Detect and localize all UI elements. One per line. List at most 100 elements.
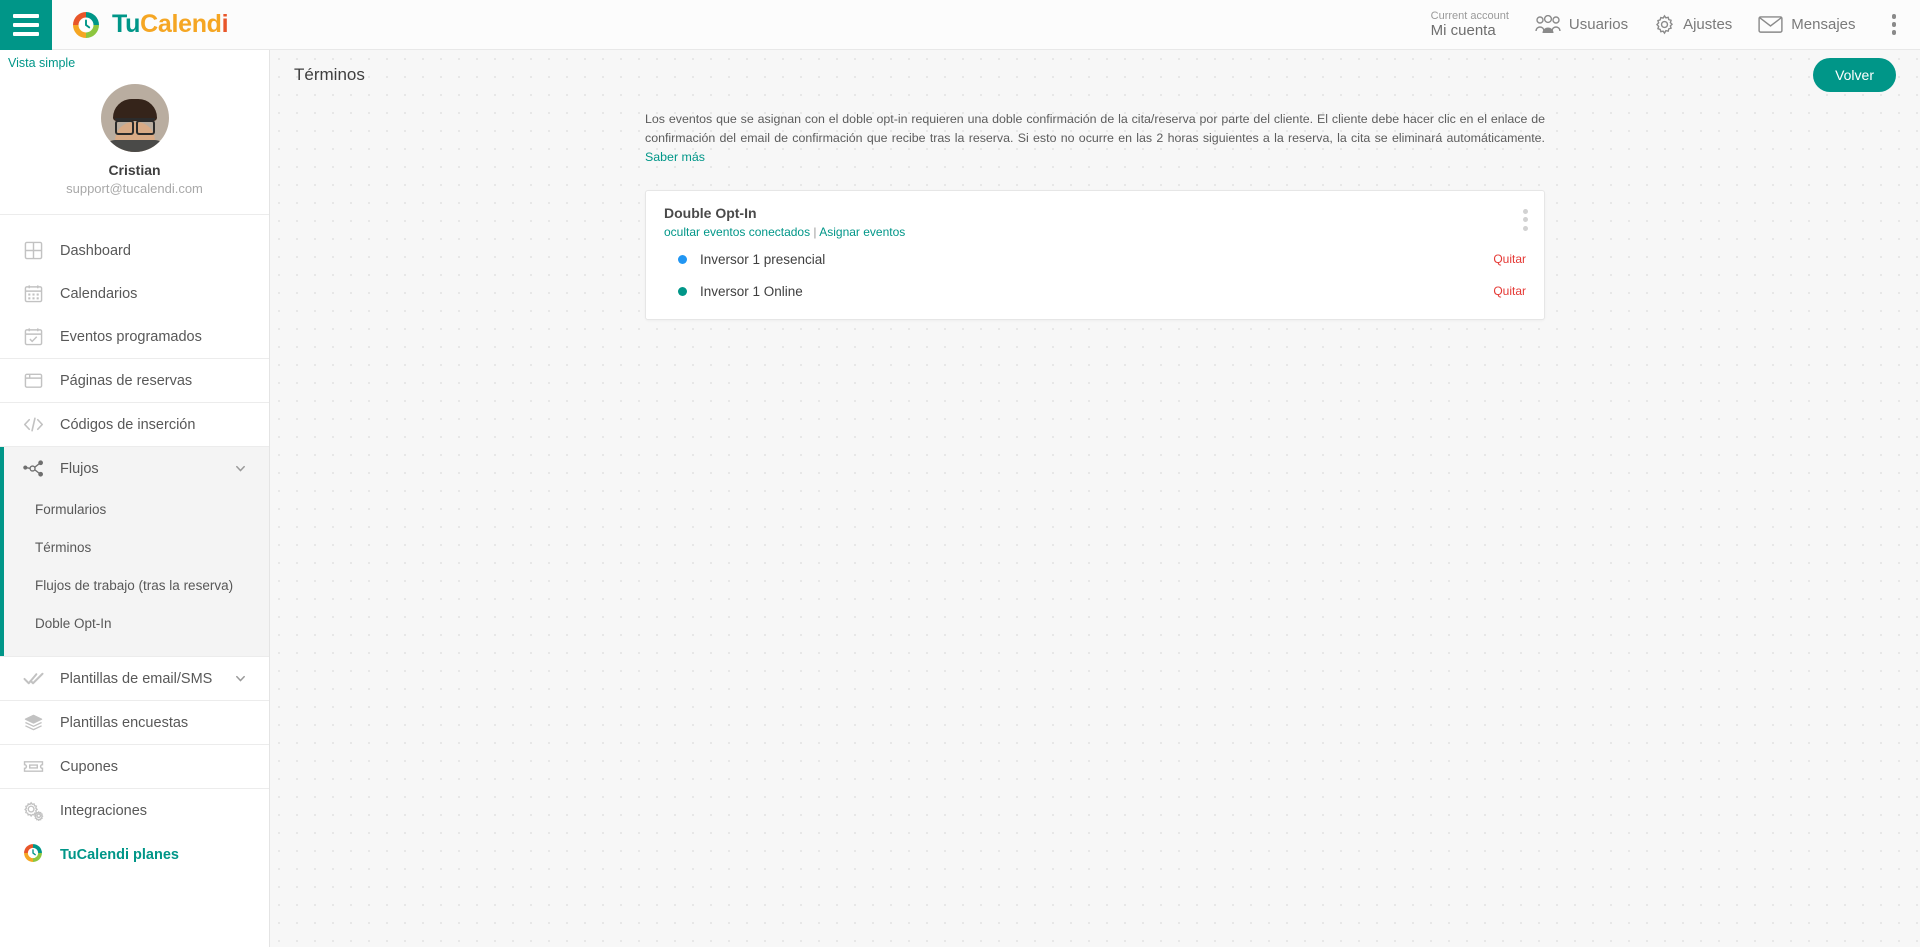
sidebar-item-label: Cupones <box>60 758 119 775</box>
sidebar-item-label: Plantillas de email/SMS <box>60 670 213 687</box>
sidebar-item-dashboard[interactable]: Dashboard <box>0 229 269 272</box>
current-account[interactable]: Current account Mi cuenta <box>1431 10 1509 40</box>
menu-spacer <box>0 215 269 229</box>
chevron-down-icon[interactable] <box>234 672 247 685</box>
kebab-dot <box>1891 22 1896 27</box>
back-button[interactable]: Volver <box>1813 58 1896 92</box>
sidebar-item-cupones[interactable]: Cupones <box>0 745 269 788</box>
sidebar-item-label: Integraciones <box>60 802 148 819</box>
sidebar-profile: Cristian support@tucalendi.com <box>0 70 269 215</box>
user-avatar[interactable] <box>100 84 169 152</box>
sidebar-item-flujos[interactable]: Flujos <box>4 447 269 490</box>
nav-ajustes[interactable]: Ajustes <box>1654 14 1732 35</box>
sidebar-item-label: TuCalendi planes <box>60 847 179 863</box>
sidebar-subitem-terminos[interactable]: Términos <box>4 528 269 566</box>
page-header: Términos Volver <box>270 50 1920 100</box>
remove-event-link[interactable]: Quitar <box>1493 252 1526 266</box>
sidebar-subitem-flujos-de-trabajo[interactable]: Flujos de trabajo (tras la reserva) <box>4 566 269 604</box>
card-title: Double Opt-In <box>664 204 757 221</box>
brand-part-1: Tu <box>112 10 141 38</box>
profile-name: Cristian <box>108 162 161 178</box>
gear-icon <box>1654 14 1675 35</box>
sidebar-item-integraciones[interactable]: Integraciones <box>0 789 269 832</box>
nav-ajustes-label: Ajustes <box>1683 16 1733 33</box>
nav-mensajes[interactable]: Mensajes <box>1758 15 1856 34</box>
calendar-icon <box>22 283 44 305</box>
grid-icon <box>22 240 44 262</box>
double-check-icon <box>22 668 44 690</box>
sidebar-item-calendarios[interactable]: Calendarios <box>0 272 269 315</box>
sidebar-subitem-label: Doble Opt-In <box>35 615 112 631</box>
list-item[interactable]: Inversor 1 Online Quitar <box>664 280 1526 303</box>
top-navigation: Current account Mi cuenta Usuarios Ajust… <box>1431 8 1920 41</box>
event-color-dot <box>678 254 687 264</box>
nav-usuarios-label: Usuarios <box>1568 16 1629 33</box>
ticket-icon <box>22 756 44 778</box>
hamburger-bar <box>13 31 39 36</box>
sidebar-item-tucalendi-planes[interactable]: TuCalendi planes <box>0 832 269 878</box>
hamburger-icon[interactable] <box>0 0 52 50</box>
sidebar-menu: Dashboard Calendarios Eventos programado… <box>0 215 269 878</box>
kebab-menu-icon[interactable] <box>1521 207 1530 233</box>
sidebar-subitem-label: Flujos de trabajo (tras la reserva) <box>35 577 234 593</box>
gears-icon <box>22 800 44 822</box>
sidebar-item-label: Calendarios <box>60 285 138 302</box>
sidebar-item-label: Códigos de inserción <box>60 416 196 433</box>
users-icon <box>1535 15 1561 34</box>
assign-events-link[interactable]: Asignar eventos <box>819 225 905 239</box>
layers-icon <box>22 712 44 734</box>
saber-mas-link[interactable]: Saber más <box>645 150 705 164</box>
event-name: Inversor 1 presencial <box>700 251 826 267</box>
avatar-glasses <box>114 118 155 135</box>
kebab-dot <box>1523 208 1528 214</box>
hamburger-bar <box>13 22 39 27</box>
page-description: Los eventos que se asignan con el doble … <box>645 110 1545 168</box>
hide-connected-events-link[interactable]: ocultar eventos conectados <box>664 225 810 239</box>
kebab-dot <box>1891 30 1896 35</box>
event-color-dot <box>678 286 687 296</box>
brand-part-2: C <box>140 10 158 38</box>
page-description-text: Los eventos que se asignan con el doble … <box>645 112 1545 146</box>
remove-event-link[interactable]: Quitar <box>1493 284 1526 298</box>
sidebar-subitem-formularios[interactable]: Formularios <box>4 490 269 528</box>
sidebar-item-codigos-de-insercion[interactable]: Códigos de inserción <box>0 403 269 446</box>
link-separator: | <box>810 224 820 239</box>
envelope-icon <box>1758 15 1783 34</box>
avatar-shirt <box>104 140 165 152</box>
hamburger-bar <box>13 13 39 18</box>
sidebar-item-paginas-de-reservas[interactable]: Páginas de reservas <box>0 359 269 402</box>
code-icon <box>22 414 44 436</box>
kebab-dot <box>1891 14 1896 19</box>
sidebar-item-eventos-programados[interactable]: Eventos programados <box>0 315 269 358</box>
nav-usuarios[interactable]: Usuarios <box>1535 15 1628 34</box>
chevron-down-icon[interactable] <box>234 462 247 475</box>
brand-logo-link[interactable]: TuCalendi <box>70 9 229 41</box>
kebab-dot <box>1523 217 1528 223</box>
list-item[interactable]: Inversor 1 presencial Quitar <box>664 248 1526 271</box>
brand-name: TuCalendi <box>112 10 229 39</box>
sidebar-item-plantillas-de-email-sms[interactable]: Plantillas de email/SMS <box>0 657 269 700</box>
nodes-icon <box>22 458 44 480</box>
sidebar-subitem-label: Formularios <box>35 501 107 517</box>
nav-mensajes-label: Mensajes <box>1791 16 1856 33</box>
sidebar-subitem-doble-opt-in[interactable]: Doble Opt-In <box>4 604 269 642</box>
current-account-value: Mi cuenta <box>1430 22 1496 40</box>
sidebar-group-flujos: Flujos Formularios Términos Flujos de tr… <box>0 447 269 656</box>
double-opt-in-card: Double Opt-In ocultar eventos conectados… <box>645 189 1545 320</box>
kebab-menu-icon[interactable] <box>1882 8 1907 41</box>
card-links: ocultar eventos conectados | Asignar eve… <box>664 225 1526 239</box>
top-bar: TuCalendi Current account Mi cuenta Usua… <box>0 0 1920 50</box>
sidebar-item-label: Páginas de reservas <box>60 372 193 389</box>
sidebar-item-label: Flujos <box>60 460 99 477</box>
event-name: Inversor 1 Online <box>700 283 803 299</box>
sidebar-item-plantillas-encuestas[interactable]: Plantillas encuestas <box>0 701 269 744</box>
sidebar: Vista simple Cristian support@tucalendi.… <box>0 50 270 947</box>
main-content: Términos Volver Los eventos que se asign… <box>270 50 1920 947</box>
simple-view-link[interactable]: Vista simple <box>0 50 269 70</box>
sidebar-item-label: Dashboard <box>60 242 131 259</box>
tucalendi-logo-icon <box>70 9 102 41</box>
current-account-label: Current account <box>1430 9 1509 22</box>
profile-email: support@tucalendi.com <box>66 181 203 196</box>
sidebar-item-label: Eventos programados <box>60 328 202 345</box>
